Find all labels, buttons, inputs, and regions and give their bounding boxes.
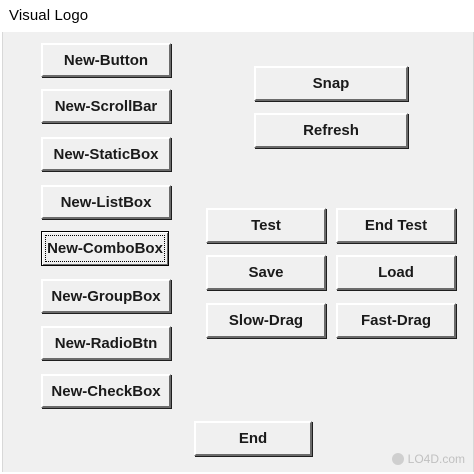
new-button-button[interactable]: New-Button bbox=[41, 43, 171, 77]
new-combobox-label: New-ComboBox bbox=[47, 240, 163, 257]
end-button[interactable]: End bbox=[194, 421, 312, 456]
save-button[interactable]: Save bbox=[206, 255, 326, 290]
fast-drag-button[interactable]: Fast-Drag bbox=[336, 303, 456, 338]
client-area: New-Button New-ScrollBar New-StaticBox N… bbox=[2, 32, 474, 472]
title-bar[interactable]: Visual Logo bbox=[0, 0, 474, 32]
watermark-text: LO4D.com bbox=[407, 452, 465, 466]
new-combobox-button[interactable]: New-ComboBox bbox=[41, 231, 169, 266]
new-staticbox-button[interactable]: New-StaticBox bbox=[41, 137, 171, 171]
app-window: Visual Logo New-Button New-ScrollBar New… bbox=[0, 0, 474, 474]
test-button[interactable]: Test bbox=[206, 208, 326, 243]
snap-button[interactable]: Snap bbox=[254, 66, 408, 101]
load-button[interactable]: Load bbox=[336, 255, 456, 290]
new-checkbox-button[interactable]: New-CheckBox bbox=[41, 374, 171, 408]
new-radiobtn-button[interactable]: New-RadioBtn bbox=[41, 326, 171, 360]
refresh-button[interactable]: Refresh bbox=[254, 113, 408, 148]
slow-drag-button[interactable]: Slow-Drag bbox=[206, 303, 326, 338]
new-scrollbar-button[interactable]: New-ScrollBar bbox=[41, 89, 171, 123]
window-title: Visual Logo bbox=[9, 7, 89, 24]
globe-icon bbox=[391, 453, 404, 465]
end-test-button[interactable]: End Test bbox=[336, 208, 456, 243]
new-listbox-button[interactable]: New-ListBox bbox=[41, 185, 171, 219]
new-groupbox-button[interactable]: New-GroupBox bbox=[41, 279, 171, 313]
watermark: LO4D.com bbox=[391, 452, 465, 466]
